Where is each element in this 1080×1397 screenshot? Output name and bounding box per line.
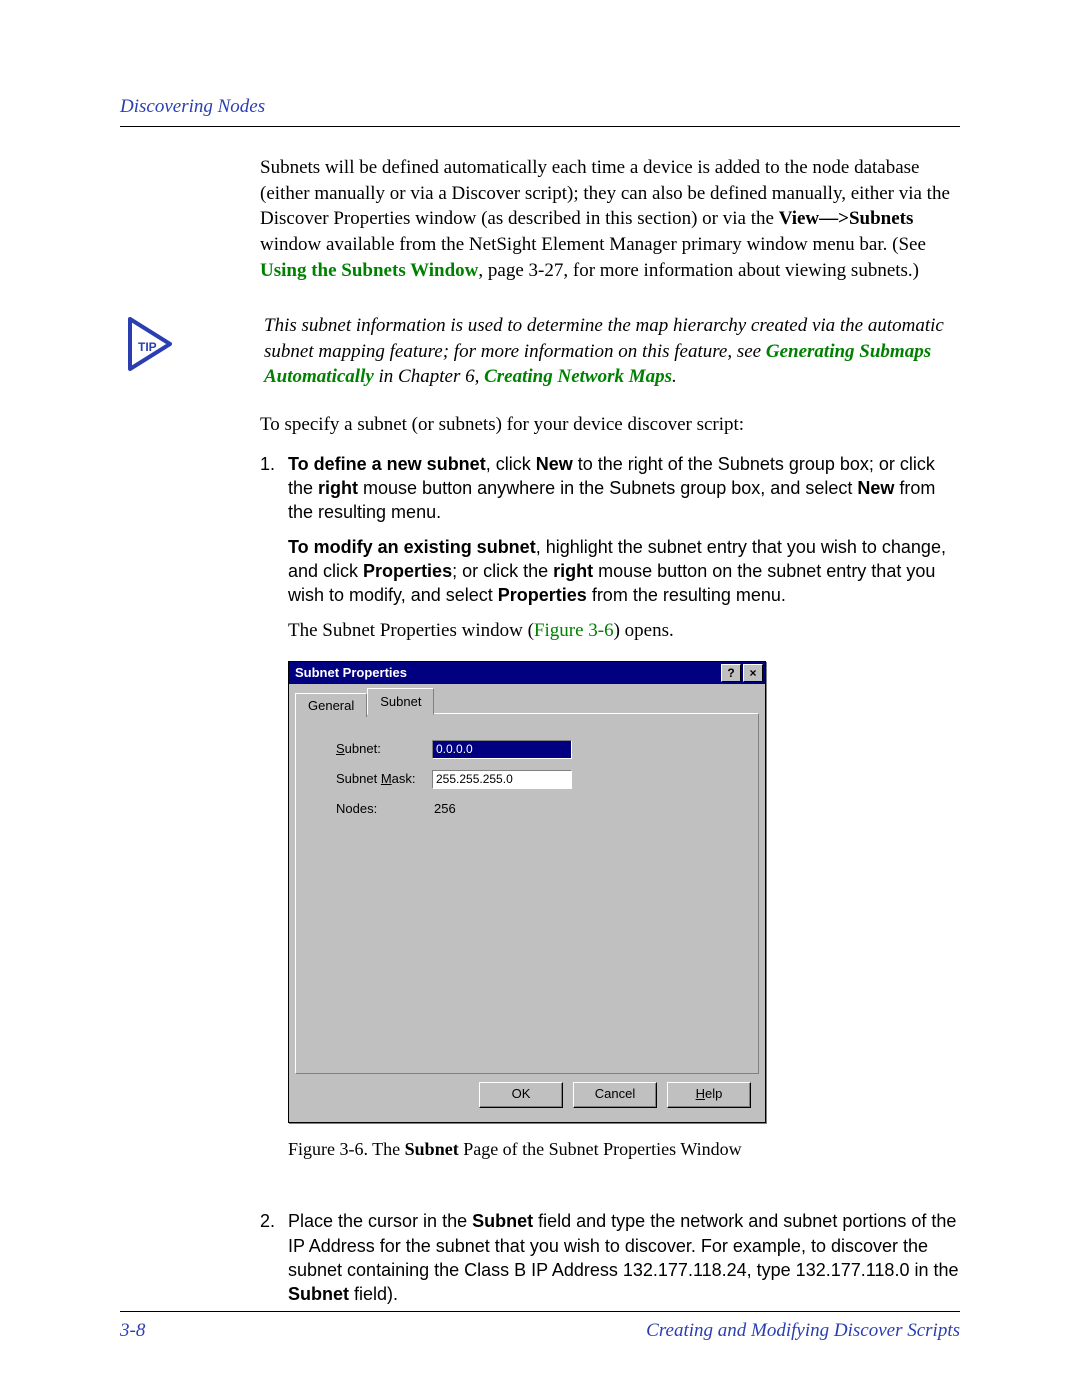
text: mouse button anywhere in the Subnets gro… — [358, 478, 857, 498]
text: from the resulting menu. — [587, 585, 786, 605]
text: Subnet — [472, 1211, 533, 1231]
text: Subnet — [405, 1139, 459, 1159]
text: New — [857, 478, 894, 498]
text: u — [345, 741, 352, 756]
field-row-subnet: Subnet: 0.0.0.0 — [336, 738, 738, 760]
nodes-value: 256 — [432, 800, 456, 818]
close-icon: × — [749, 665, 756, 681]
text: To define a new subnet — [288, 454, 486, 474]
subnet-mask-label: Subnet Mask: — [336, 770, 432, 788]
svg-text:TIP: TIP — [138, 340, 157, 354]
text: S — [336, 741, 345, 756]
text: , page 3-27, for more information about … — [478, 260, 919, 281]
menu-path-text: View—>Subnets — [779, 208, 914, 229]
text: Subnet — [288, 1284, 349, 1304]
text: , click — [486, 454, 536, 474]
help-button[interactable]: Help — [667, 1082, 751, 1108]
text: right — [553, 561, 593, 581]
text: New — [536, 454, 573, 474]
text: Page of the Subnet Properties Window — [459, 1139, 742, 1159]
step-body: To define a new subnet, click New to the… — [288, 452, 960, 1196]
text: H — [696, 1086, 705, 1101]
paragraph-lead: To specify a subnet (or subnets) for you… — [260, 412, 960, 438]
cross-reference-link[interactable]: Using the Subnets Window — [260, 260, 478, 281]
field-row-mask: Subnet Mask: 255.255.255.0 — [336, 768, 738, 790]
dialog-close-button[interactable]: × — [743, 664, 763, 682]
step-body: Place the cursor in the Subnet field and… — [288, 1209, 960, 1306]
text: bnet: — [352, 741, 381, 756]
step-1: 1. To define a new subnet, click New to … — [260, 452, 960, 1196]
text: ask: — [392, 771, 416, 786]
subnet-mask-input[interactable]: 255.255.255.0 — [432, 770, 572, 789]
dialog-titlebar: Subnet Properties ? × — [289, 662, 765, 684]
text: elp — [705, 1086, 722, 1101]
text: in Chapter 6, — [374, 366, 484, 387]
figure-3-6: Subnet Properties ? × General Subnet — [288, 661, 960, 1123]
header-rule: Discovering Nodes — [120, 98, 960, 127]
page-number: 3-8 — [120, 1320, 145, 1342]
body-column: To specify a subnet (or subnets) for you… — [260, 412, 960, 1307]
body-column: Subnets will be defined automatically ea… — [260, 155, 960, 283]
section-title-footer: Creating and Modifying Discover Scripts — [646, 1320, 960, 1342]
cross-reference-link[interactable]: Creating Network Maps — [484, 366, 672, 387]
dialog-help-button[interactable]: ? — [721, 664, 741, 682]
tab-general[interactable]: General — [295, 693, 367, 718]
step-2: 2. Place the cursor in the Subnet field … — [260, 1209, 960, 1306]
text: . — [672, 366, 677, 387]
tip-icon: TIP — [120, 313, 180, 373]
figure-caption: Figure 3-6. The Subnet Page of the Subne… — [288, 1137, 960, 1161]
dialog-button-row: OK Cancel Help — [295, 1074, 759, 1116]
text: ) opens. — [614, 620, 674, 641]
text: To modify an existing subnet — [288, 537, 536, 557]
text: field). — [349, 1284, 398, 1304]
text: right — [318, 478, 358, 498]
text: Figure 3-6. The — [288, 1139, 405, 1159]
tip-callout: TIP This subnet information is used to d… — [120, 313, 960, 390]
tab-panel-subnet: Subnet: 0.0.0.0 Subnet Mask: 255.255.255… — [295, 713, 759, 1074]
tab-subnet[interactable]: Subnet — [367, 688, 434, 716]
figure-reference-link[interactable]: Figure 3-6 — [534, 620, 614, 641]
help-icon: ? — [727, 665, 734, 681]
text: Properties — [498, 585, 587, 605]
document-page: Discovering Nodes Subnets will be define… — [0, 0, 1080, 1397]
subnet-label: Subnet: — [336, 740, 432, 758]
tip-text: This subnet information is used to deter… — [264, 313, 960, 390]
page-footer: 3-8 Creating and Modifying Discover Scri… — [120, 1311, 960, 1342]
tab-strip: General Subnet — [295, 690, 759, 714]
field-row-nodes: Nodes: 256 — [336, 798, 738, 820]
text: M — [381, 771, 392, 786]
text: Subnet — [336, 771, 381, 786]
dialog-title: Subnet Properties — [295, 664, 407, 682]
text: The Subnet Properties window ( — [288, 620, 534, 641]
step-number: 1. — [260, 452, 288, 1196]
running-header: Discovering Nodes — [120, 96, 960, 124]
ordered-steps: 1. To define a new subnet, click New to … — [260, 452, 960, 1307]
dialog-body: General Subnet Subnet: 0.0.0.0 — [289, 684, 765, 1122]
ok-button[interactable]: OK — [479, 1082, 563, 1108]
cancel-button[interactable]: Cancel — [573, 1082, 657, 1108]
text: ; or click the — [452, 561, 553, 581]
text: Place the cursor in the — [288, 1211, 472, 1231]
text: Properties — [363, 561, 452, 581]
step-number: 2. — [260, 1209, 288, 1306]
nodes-label: Nodes: — [336, 800, 432, 818]
subnet-input[interactable]: 0.0.0.0 — [432, 740, 572, 759]
subnet-properties-dialog: Subnet Properties ? × General Subnet — [288, 661, 766, 1123]
text: window available from the NetSight Eleme… — [260, 234, 926, 255]
paragraph-subnets-intro: Subnets will be defined automatically ea… — [260, 155, 960, 283]
